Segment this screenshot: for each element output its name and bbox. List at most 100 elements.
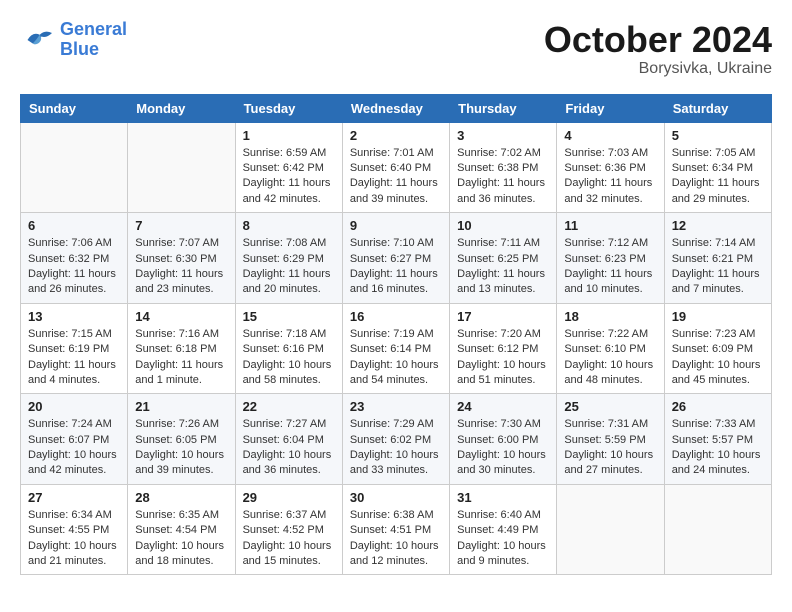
calendar-week-2: 6Sunrise: 7:06 AM Sunset: 6:32 PM Daylig… (21, 213, 772, 304)
cell-info: Sunrise: 7:22 AM Sunset: 6:10 PM Dayligh… (564, 327, 656, 389)
day-number: 22 (243, 399, 335, 414)
day-number: 15 (243, 309, 335, 324)
calendar-cell (557, 484, 664, 575)
day-number: 28 (135, 490, 227, 505)
day-number: 30 (350, 490, 442, 505)
day-number: 26 (672, 399, 764, 414)
page-header: General Blue October 2024 Borysivka, Ukr… (20, 20, 772, 78)
calendar-cell: 28 Sunrise: 6:35 AM Sunset: 4:54 PM Dayli… (128, 484, 235, 575)
logo-icon (20, 26, 56, 54)
calendar-cell: 29 Sunrise: 6:37 AM Sunset: 4:52 PM Dayli… (235, 484, 342, 575)
calendar-cell: 22 Sunrise: 7:27 AM Sunset: 6:04 PM Dayli… (235, 394, 342, 485)
calendar-cell: 16 Sunrise: 7:19 AM Sunset: 6:14 PM Dayli… (342, 303, 449, 394)
cell-info: Sunrise: 6:37 AM Sunset: 4:52 PM Dayligh… (243, 508, 335, 570)
cell-info: Sunrise: 7:11 AM Sunset: 6:25 PM Dayligh… (457, 236, 549, 298)
calendar-cell: 21Sunrise: 7:26 AM Sunset: 6:05 PM Dayli… (128, 394, 235, 485)
title-block: October 2024 Borysivka, Ukraine (544, 20, 772, 78)
calendar-cell: 6Sunrise: 7:06 AM Sunset: 6:32 PM Daylig… (21, 213, 128, 304)
day-number: 4 (564, 128, 656, 143)
calendar-cell: 24Sunrise: 7:30 AM Sunset: 6:00 PM Dayli… (450, 394, 557, 485)
calendar-cell: 13 Sunrise: 7:15 AM Sunset: 6:19 PM Dayli… (21, 303, 128, 394)
cell-info: Sunrise: 7:12 AM Sunset: 6:23 PM Dayligh… (564, 236, 656, 298)
calendar-cell: 7Sunrise: 7:07 AM Sunset: 6:30 PM Daylig… (128, 213, 235, 304)
day-number: 14 (135, 309, 227, 324)
cell-info: Sunrise: 7:05 AM Sunset: 6:34 PM Dayligh… (672, 146, 764, 208)
cell-info: Sunrise: 7:19 AM Sunset: 6:14 PM Dayligh… (350, 327, 442, 389)
calendar-cell: 19 Sunrise: 7:23 AM Sunset: 6:09 PM Dayli… (664, 303, 771, 394)
calendar-cell: 3 Sunrise: 7:02 AM Sunset: 6:38 PM Daylig… (450, 122, 557, 213)
logo: General Blue (20, 20, 127, 60)
cell-info: Sunrise: 7:14 AM Sunset: 6:21 PM Dayligh… (672, 236, 764, 298)
calendar-cell: 2 Sunrise: 7:01 AM Sunset: 6:40 PM Daylig… (342, 122, 449, 213)
calendar-cell: 8 Sunrise: 7:08 AM Sunset: 6:29 PM Daylig… (235, 213, 342, 304)
calendar-cell (21, 122, 128, 213)
weekday-header-monday: Monday (128, 94, 235, 122)
weekday-header-saturday: Saturday (664, 94, 771, 122)
day-number: 27 (28, 490, 120, 505)
weekday-header-tuesday: Tuesday (235, 94, 342, 122)
calendar-cell: 12 Sunrise: 7:14 AM Sunset: 6:21 PM Dayli… (664, 213, 771, 304)
calendar-week-3: 13 Sunrise: 7:15 AM Sunset: 6:19 PM Dayli… (21, 303, 772, 394)
calendar-cell (128, 122, 235, 213)
calendar-cell: 26 Sunrise: 7:33 AM Sunset: 5:57 PM Dayli… (664, 394, 771, 485)
cell-info: Sunrise: 7:27 AM Sunset: 6:04 PM Dayligh… (243, 417, 335, 479)
cell-info: Sunrise: 7:31 AM Sunset: 5:59 PM Dayligh… (564, 417, 656, 479)
cell-info: Sunrise: 6:35 AM Sunset: 4:54 PM Dayligh… (135, 508, 227, 570)
cell-info: Sunrise: 6:38 AM Sunset: 4:51 PM Dayligh… (350, 508, 442, 570)
calendar-cell: 14Sunrise: 7:16 AM Sunset: 6:18 PM Dayli… (128, 303, 235, 394)
weekday-header-wednesday: Wednesday (342, 94, 449, 122)
cell-info: Sunrise: 7:10 AM Sunset: 6:27 PM Dayligh… (350, 236, 442, 298)
weekday-header-row: SundayMondayTuesdayWednesdayThursdayFrid… (21, 94, 772, 122)
cell-info: Sunrise: 7:29 AM Sunset: 6:02 PM Dayligh… (350, 417, 442, 479)
cell-info: Sunrise: 7:02 AM Sunset: 6:38 PM Dayligh… (457, 146, 549, 208)
calendar-cell: 15 Sunrise: 7:18 AM Sunset: 6:16 PM Dayli… (235, 303, 342, 394)
day-number: 1 (243, 128, 335, 143)
calendar-cell: 17Sunrise: 7:20 AM Sunset: 6:12 PM Dayli… (450, 303, 557, 394)
day-number: 10 (457, 218, 549, 233)
cell-info: Sunrise: 6:59 AM Sunset: 6:42 PM Dayligh… (243, 146, 335, 208)
day-number: 6 (28, 218, 120, 233)
day-number: 11 (564, 218, 656, 233)
cell-info: Sunrise: 7:24 AM Sunset: 6:07 PM Dayligh… (28, 417, 120, 479)
calendar-cell: 25 Sunrise: 7:31 AM Sunset: 5:59 PM Dayli… (557, 394, 664, 485)
calendar-table: SundayMondayTuesdayWednesdayThursdayFrid… (20, 94, 772, 576)
day-number: 18 (564, 309, 656, 324)
cell-info: Sunrise: 6:34 AM Sunset: 4:55 PM Dayligh… (28, 508, 120, 570)
cell-info: Sunrise: 6:40 AM Sunset: 4:49 PM Dayligh… (457, 508, 549, 570)
calendar-cell: 4 Sunrise: 7:03 AM Sunset: 6:36 PM Daylig… (557, 122, 664, 213)
calendar-cell: 27 Sunrise: 6:34 AM Sunset: 4:55 PM Dayli… (21, 484, 128, 575)
day-number: 31 (457, 490, 549, 505)
day-number: 2 (350, 128, 442, 143)
day-number: 3 (457, 128, 549, 143)
calendar-cell: 5Sunrise: 7:05 AM Sunset: 6:34 PM Daylig… (664, 122, 771, 213)
cell-info: Sunrise: 7:08 AM Sunset: 6:29 PM Dayligh… (243, 236, 335, 298)
cell-info: Sunrise: 7:18 AM Sunset: 6:16 PM Dayligh… (243, 327, 335, 389)
day-number: 29 (243, 490, 335, 505)
cell-info: Sunrise: 7:01 AM Sunset: 6:40 PM Dayligh… (350, 146, 442, 208)
calendar-week-4: 20 Sunrise: 7:24 AM Sunset: 6:07 PM Dayli… (21, 394, 772, 485)
month-title: October 2024 (544, 20, 772, 60)
weekday-header-sunday: Sunday (21, 94, 128, 122)
day-number: 23 (350, 399, 442, 414)
weekday-header-friday: Friday (557, 94, 664, 122)
calendar-cell (664, 484, 771, 575)
cell-info: Sunrise: 7:03 AM Sunset: 6:36 PM Dayligh… (564, 146, 656, 208)
cell-info: Sunrise: 7:26 AM Sunset: 6:05 PM Dayligh… (135, 417, 227, 479)
day-number: 12 (672, 218, 764, 233)
calendar-cell: 1 Sunrise: 6:59 AM Sunset: 6:42 PM Daylig… (235, 122, 342, 213)
day-number: 25 (564, 399, 656, 414)
day-number: 17 (457, 309, 549, 324)
calendar-cell: 23 Sunrise: 7:29 AM Sunset: 6:02 PM Dayli… (342, 394, 449, 485)
cell-info: Sunrise: 7:07 AM Sunset: 6:30 PM Dayligh… (135, 236, 227, 298)
day-number: 16 (350, 309, 442, 324)
cell-info: Sunrise: 7:23 AM Sunset: 6:09 PM Dayligh… (672, 327, 764, 389)
day-number: 13 (28, 309, 120, 324)
day-number: 8 (243, 218, 335, 233)
calendar-cell: 20 Sunrise: 7:24 AM Sunset: 6:07 PM Dayli… (21, 394, 128, 485)
cell-info: Sunrise: 7:15 AM Sunset: 6:19 PM Dayligh… (28, 327, 120, 389)
day-number: 20 (28, 399, 120, 414)
day-number: 24 (457, 399, 549, 414)
day-number: 19 (672, 309, 764, 324)
cell-info: Sunrise: 7:33 AM Sunset: 5:57 PM Dayligh… (672, 417, 764, 479)
calendar-week-1: 1 Sunrise: 6:59 AM Sunset: 6:42 PM Daylig… (21, 122, 772, 213)
